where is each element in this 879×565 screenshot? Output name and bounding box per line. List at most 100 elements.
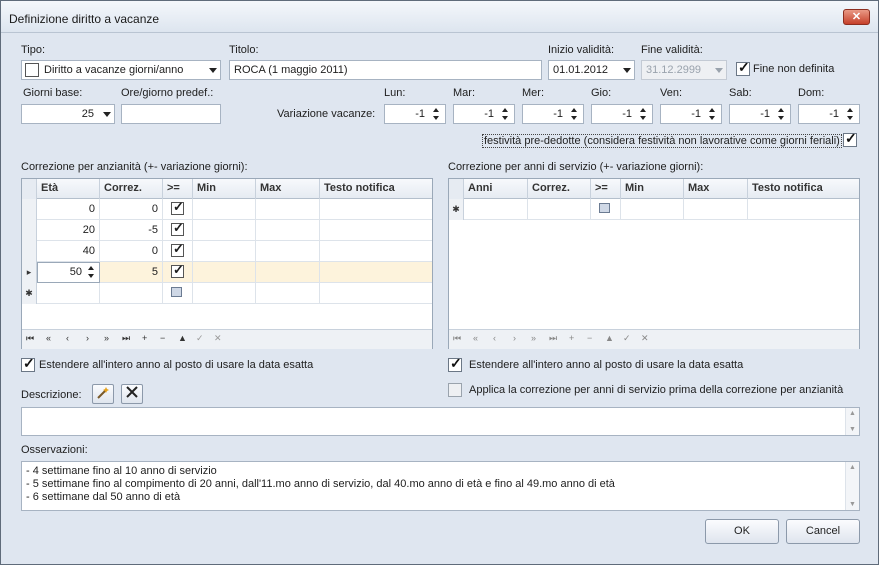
close-button[interactable]: ✕ xyxy=(843,9,870,25)
cell-eta[interactable]: 20 xyxy=(37,220,100,241)
cell-min[interactable] xyxy=(621,199,684,220)
last-record-icon[interactable]: ⏭ xyxy=(122,333,130,344)
col-min[interactable]: Min xyxy=(193,179,256,199)
col-max[interactable]: Max xyxy=(684,179,748,199)
col-correz[interactable]: Correz. xyxy=(528,179,591,199)
inizio-date-picker[interactable]: 01.01.2012 xyxy=(548,60,635,80)
post-record-icon[interactable]: ✓ xyxy=(623,333,631,344)
edit-record-icon[interactable]: ▲ xyxy=(605,333,614,343)
ge-checkbox[interactable]: ✓ xyxy=(171,220,184,236)
applica-checkbox[interactable] xyxy=(448,383,462,397)
magic-wand-button[interactable] xyxy=(92,384,114,404)
cell-eta[interactable]: 0 xyxy=(37,199,100,220)
cell-ge[interactable]: ✓ xyxy=(163,262,193,283)
prev-page-icon[interactable]: « xyxy=(473,333,478,343)
ore-giorno-input[interactable] xyxy=(121,104,221,124)
festivita-checkbox[interactable]: ✓ xyxy=(843,130,857,147)
scroll-up-icon[interactable]: ▲ xyxy=(849,464,856,471)
col-anni[interactable]: Anni xyxy=(464,179,528,199)
cancel-record-icon[interactable]: ✕ xyxy=(214,333,222,344)
col-ge[interactable]: >= xyxy=(163,179,193,199)
next-record-icon[interactable]: › xyxy=(513,333,516,343)
cell-min[interactable] xyxy=(193,199,256,220)
edit-record-icon[interactable]: ▲ xyxy=(178,333,187,343)
cell-max[interactable] xyxy=(256,220,320,241)
col-testo[interactable]: Testo notifica xyxy=(320,179,432,199)
cell-ge[interactable] xyxy=(163,283,193,304)
col-ge[interactable]: >= xyxy=(591,179,621,199)
dom-spinner[interactable]: -1 xyxy=(798,104,860,124)
cell-max[interactable] xyxy=(684,199,748,220)
mar-spinner[interactable]: -1 xyxy=(453,104,515,124)
first-record-icon[interactable]: ⏮ xyxy=(453,333,461,344)
col-testo[interactable]: Testo notifica xyxy=(748,179,859,199)
ok-button[interactable]: OK xyxy=(705,519,779,544)
cancel-record-icon[interactable]: ✕ xyxy=(641,333,649,344)
spinner-arrows-icon[interactable] xyxy=(638,106,650,122)
tipo-dropdown[interactable]: Diritto a vacanze giorni/anno xyxy=(21,60,221,80)
ge-checkbox-indeterminate[interactable] xyxy=(171,287,182,297)
cell-max[interactable] xyxy=(256,262,320,283)
cell-correz[interactable] xyxy=(100,283,163,304)
cell-correz[interactable]: 0 xyxy=(100,199,163,220)
cell-max[interactable] xyxy=(256,283,320,304)
delete-record-icon[interactable]: − xyxy=(160,333,165,343)
ge-checkbox[interactable]: ✓ xyxy=(171,199,184,215)
row-indicator[interactable] xyxy=(22,220,37,241)
anzianita-extend-checkbox[interactable]: ✓ xyxy=(21,355,35,372)
col-eta[interactable]: Età xyxy=(37,179,100,199)
lun-spinner[interactable]: -1 xyxy=(384,104,446,124)
spinner-arrows-icon[interactable] xyxy=(845,106,857,122)
spinner-arrows-icon[interactable] xyxy=(707,106,719,122)
new-row[interactable]: ✱ xyxy=(22,283,432,304)
cell-correz[interactable]: -5 xyxy=(100,220,163,241)
spinner-arrows-icon[interactable] xyxy=(776,106,788,122)
cell-max[interactable] xyxy=(256,241,320,262)
cell-min[interactable] xyxy=(193,241,256,262)
ven-spinner[interactable]: -1 xyxy=(660,104,722,124)
sab-spinner[interactable]: -1 xyxy=(729,104,791,124)
table-row[interactable]: 20 -5 ✓ xyxy=(22,220,432,241)
row-indicator[interactable] xyxy=(22,199,37,220)
cell-eta[interactable] xyxy=(37,283,100,304)
spinner-arrows-icon[interactable] xyxy=(86,264,98,280)
cell-ge[interactable]: ✓ xyxy=(163,199,193,220)
cell-max[interactable] xyxy=(256,199,320,220)
spinner-arrows-icon[interactable] xyxy=(500,106,512,122)
prev-record-icon[interactable]: ‹ xyxy=(493,333,496,343)
servizio-extend-checkbox[interactable]: ✓ xyxy=(448,355,462,372)
table-row[interactable]: 0 0 ✓ xyxy=(22,199,432,220)
spinner-arrows-icon[interactable] xyxy=(569,106,581,122)
next-page-icon[interactable]: » xyxy=(531,333,536,343)
scrollbar[interactable]: ▲ ▼ xyxy=(845,462,859,510)
gio-spinner[interactable]: -1 xyxy=(591,104,653,124)
descrizione-textarea[interactable]: ▲ ▼ xyxy=(21,407,860,436)
add-record-icon[interactable]: + xyxy=(569,333,574,343)
prev-page-icon[interactable]: « xyxy=(46,333,51,343)
osservazioni-textarea[interactable]: - 4 settimane fino al 10 anno di servizi… xyxy=(21,461,860,511)
cancel-button[interactable]: Cancel xyxy=(786,519,860,544)
scroll-down-icon[interactable]: ▼ xyxy=(849,426,856,433)
first-record-icon[interactable]: ⏮ xyxy=(26,333,34,344)
table-row-selected[interactable]: ▸ 50 5 ✓ xyxy=(22,262,432,283)
cell-correz[interactable]: 5 xyxy=(100,262,163,283)
cell-ge[interactable]: ✓ xyxy=(163,241,193,262)
post-record-icon[interactable]: ✓ xyxy=(196,333,204,344)
scroll-up-icon[interactable]: ▲ xyxy=(849,410,856,417)
cell-anni[interactable] xyxy=(464,199,528,220)
col-max[interactable]: Max xyxy=(256,179,320,199)
ge-checkbox-indeterminate[interactable] xyxy=(599,203,610,213)
mer-spinner[interactable]: -1 xyxy=(522,104,584,124)
scrollbar[interactable]: ▲ ▼ xyxy=(845,408,859,435)
last-record-icon[interactable]: ⏭ xyxy=(549,333,557,344)
next-page-icon[interactable]: » xyxy=(104,333,109,343)
cell-eta-editor[interactable]: 50 xyxy=(37,262,100,283)
table-row[interactable]: 40 0 ✓ xyxy=(22,241,432,262)
titolo-input[interactable]: ROCA (1 maggio 2011) xyxy=(229,60,542,80)
ge-checkbox[interactable]: ✓ xyxy=(171,241,184,257)
cell-min[interactable] xyxy=(193,220,256,241)
add-record-icon[interactable]: + xyxy=(142,333,147,343)
row-indicator[interactable] xyxy=(22,241,37,262)
cell-eta[interactable]: 40 xyxy=(37,241,100,262)
next-record-icon[interactable]: › xyxy=(86,333,89,343)
